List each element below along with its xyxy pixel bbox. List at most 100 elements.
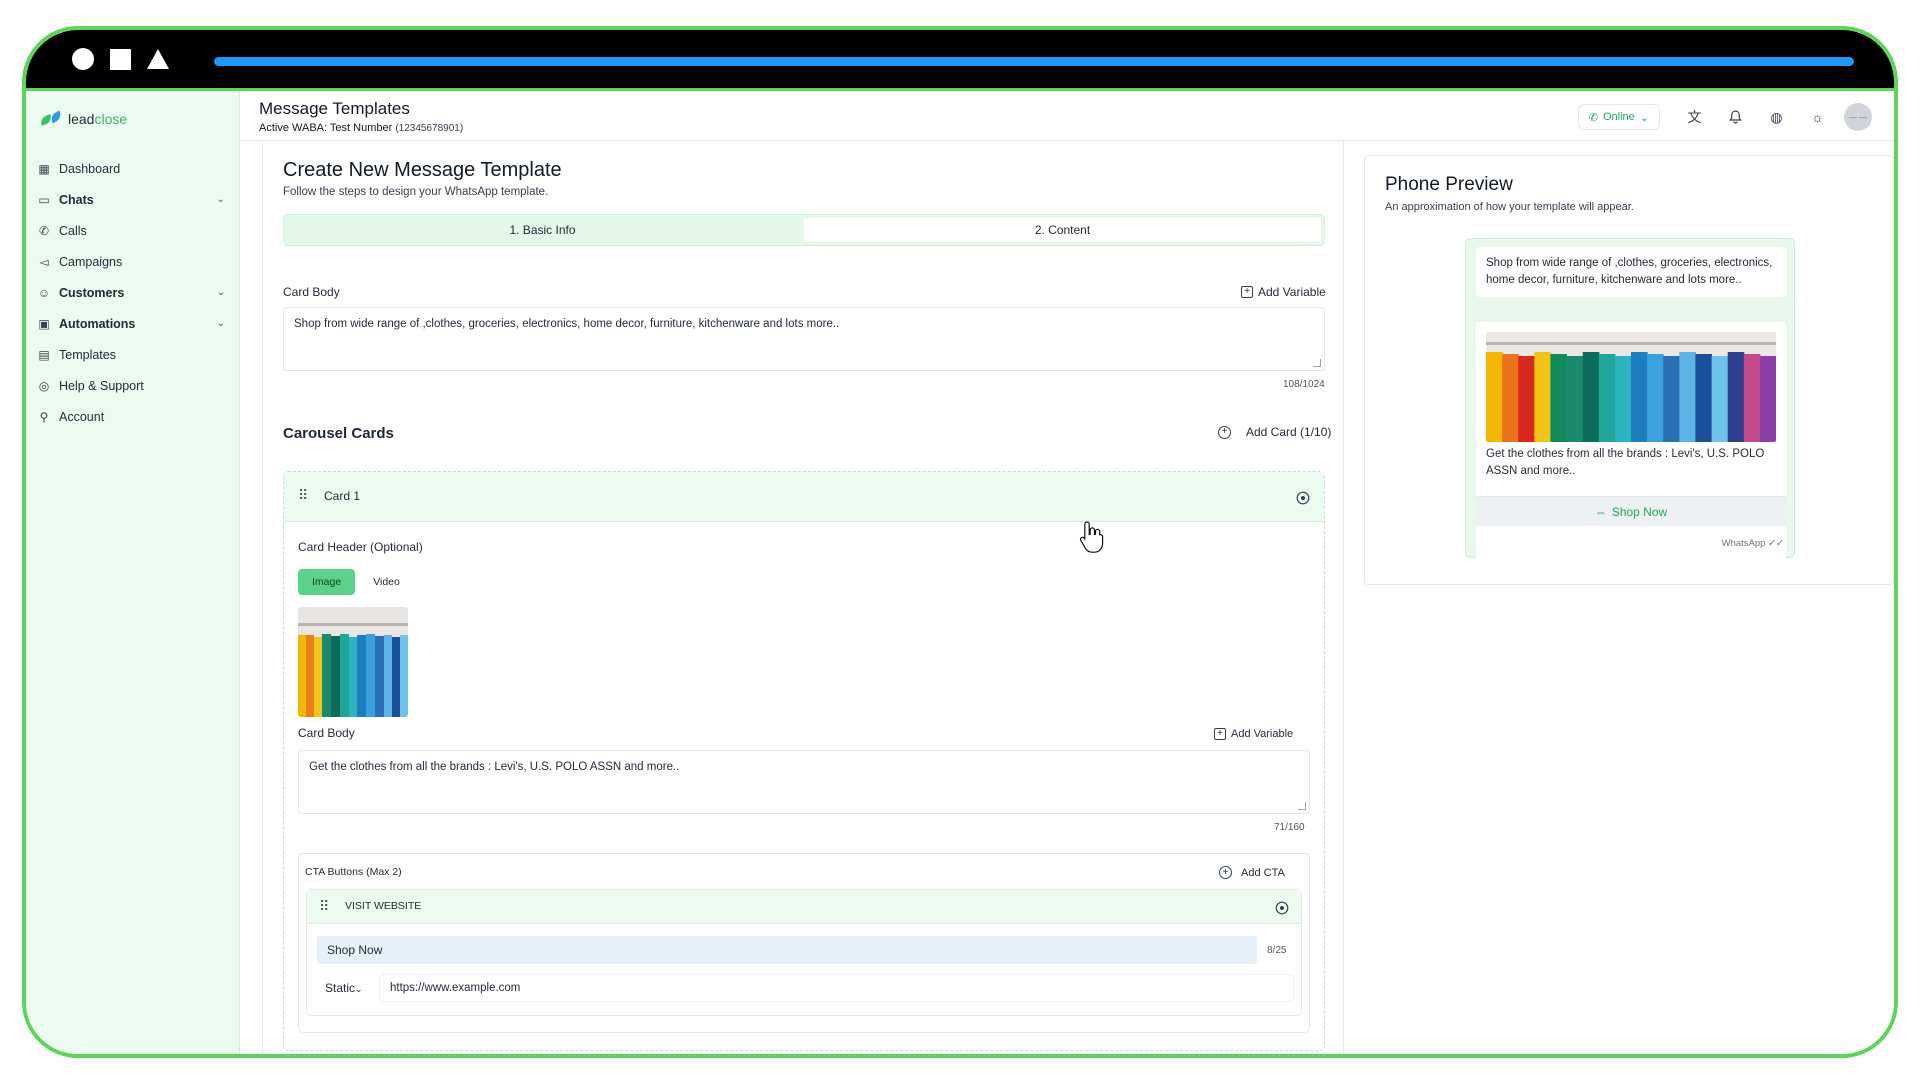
drag-handle-icon[interactable]: ⠿ [319, 898, 329, 915]
garment-stripe [1647, 354, 1664, 442]
body-textarea[interactable]: Shop from wide range of ,clothes, grocer… [283, 307, 1325, 371]
add-cta-button[interactable]: + Add CTA [1219, 866, 1285, 879]
resize-handle[interactable] [1313, 359, 1321, 367]
online-status-button[interactable]: ✆ Online ⌄ [1577, 104, 1660, 130]
dashboard-icon: ▦ [38, 161, 50, 176]
garment-stripe [1518, 356, 1535, 442]
sidebar-item-label: Customers [59, 285, 125, 300]
card-add-variable-label: Add Variable [1231, 728, 1294, 740]
chevron-down-icon: ⌄ [355, 984, 363, 994]
translate-icon[interactable]: 文 [1674, 104, 1715, 130]
drag-handle-icon[interactable]: ⠿ [298, 487, 308, 504]
garment-stripe [1663, 356, 1680, 442]
preview-shop-now-button[interactable]: ⇔ Shop Now [1476, 496, 1786, 526]
sidebar-item-label: Templates [59, 347, 116, 362]
chevron-down-icon[interactable]: ⌄ [217, 287, 225, 298]
garment-stripe [1550, 354, 1567, 442]
avatar[interactable]: — — [1844, 103, 1872, 131]
add-card-button[interactable]: + Add Card (1/10) [1218, 425, 1331, 439]
cta-char-counter: 8/25 [1267, 945, 1287, 956]
preview-message-bubble: Shop from wide range of ,clothes, grocer… [1476, 247, 1786, 297]
sidebar-nav: ▦ Dashboard ▭ Chats ⌄ ✆ Calls ◅ Campaigns ☺ Custom… [26, 147, 239, 432]
bot-icon: ▣ [38, 316, 50, 331]
cta-type-label: VISIT WEBSITE [345, 900, 422, 912]
body-char-counter: 108/1024 [1283, 379, 1325, 390]
sidebar-item-chats[interactable]: ▭ Chats ⌄ [26, 184, 239, 215]
sidebar-item-label: Dashboard [59, 161, 121, 176]
add-variable-button[interactable]: + Add Variable [1241, 285, 1326, 299]
logo[interactable]: lead close [26, 91, 239, 147]
sidebar-item-help-support[interactable]: ◎ Help & Support [26, 370, 239, 401]
add-variable-label: Add Variable [1258, 285, 1326, 299]
url-input[interactable]: https://www.example.com [379, 974, 1294, 1002]
address-bar[interactable] [214, 57, 1854, 66]
phone-icon: ✆ [1588, 111, 1598, 124]
leadclose-logo-icon [40, 111, 64, 127]
card-body-textarea[interactable]: Get the clothes from all the brands : Le… [298, 750, 1310, 814]
card-header-image[interactable] [298, 607, 408, 717]
media-image-button[interactable]: Image [298, 569, 356, 595]
card-body-label-2: Card Body [298, 726, 355, 740]
url-type-value: Static [325, 981, 356, 995]
tab-content[interactable]: 2. Content [804, 218, 1321, 242]
sidebar-item-label: Help & Support [59, 378, 144, 393]
card-header-bar: ⠿ Card 1 [284, 472, 1324, 522]
garment-stripe [1582, 352, 1600, 442]
phone-mockup: Shop from wide range of ,clothes, grocer… [1465, 238, 1795, 578]
palette-icon[interactable]: ◍ [1756, 104, 1797, 130]
chevron-down-icon[interactable]: ⌄ [217, 194, 225, 205]
hand-cursor-icon [1079, 521, 1104, 553]
step-tabs: 1. Basic Info 2. Content [283, 214, 1325, 246]
garment-stripe [1566, 356, 1584, 442]
form-title: Create New Message Template [283, 159, 562, 181]
sun-icon[interactable]: ☼ [1797, 104, 1838, 130]
body-text: Shop from wide range of ,clothes, grocer… [294, 318, 840, 330]
sidebar-item-account[interactable]: ⚲ Account [26, 401, 239, 432]
sidebar-item-label: Campaigns [59, 254, 123, 269]
tab-basic-info[interactable]: 1. Basic Info [284, 215, 801, 245]
preview-title: Phone Preview [1385, 174, 1513, 195]
plus-circle-icon: + [1218, 425, 1231, 439]
garment-stripe [1727, 352, 1745, 442]
url-type-select[interactable]: Static⌄ [317, 974, 373, 1002]
clothes-rack-image [298, 607, 408, 717]
remove-card-icon[interactable] [1296, 491, 1310, 510]
carousel-card: ⠿ Card 1 Card Header (Optional) Image Vi… [283, 471, 1325, 1051]
media-video-button[interactable]: Video [359, 569, 414, 595]
square-icon [110, 48, 131, 70]
template-form-panel: Create New Message Template Follow the s… [262, 141, 1344, 1054]
triangle-icon [147, 49, 169, 69]
card-body-char-counter: 71/160 [1274, 822, 1305, 833]
cta-item-header: ⠿ VISIT WEBSITE [307, 890, 1301, 924]
remove-cta-icon[interactable] [1275, 901, 1289, 920]
sidebar-item-automations[interactable]: ▣ Automations ⌄ [26, 308, 239, 339]
cta-buttons-section: CTA Buttons (Max 2) + Add CTA ⠿ VISIT WE… [298, 853, 1310, 1033]
cta-text-input[interactable]: Shop Now [317, 936, 1257, 964]
garment-stripe [1759, 356, 1776, 442]
sidebar-item-templates[interactable]: ▤ Templates [26, 339, 239, 370]
bell-icon[interactable] [1715, 104, 1756, 130]
chevron-down-icon: ⌄ [1639, 111, 1649, 124]
garment-stripe [1502, 354, 1519, 442]
garment-stripe [1695, 354, 1712, 442]
resize-handle[interactable] [1298, 802, 1306, 810]
sidebar-item-label: Chats [59, 192, 94, 207]
whatsapp-footer: WhatsApp ✓✓ [1721, 538, 1784, 549]
page-header: Message Templates Active WABA: Test Numb… [241, 91, 1894, 141]
app-window: lead close ▦ Dashboard ▭ Chats ⌄ ✆ Calls ◅ Campai… [26, 88, 1894, 1054]
add-card-label: Add Card (1/10) [1246, 425, 1332, 439]
chevron-down-icon[interactable]: ⌄ [217, 318, 225, 329]
sidebar-item-campaigns[interactable]: ◅ Campaigns [26, 246, 239, 277]
sidebar: lead close ▦ Dashboard ▭ Chats ⌄ ✆ Calls ◅ Campai… [26, 91, 240, 1054]
help-icon: ◎ [38, 378, 50, 393]
garment-stripe [1679, 352, 1696, 442]
sidebar-item-dashboard[interactable]: ▦ Dashboard [26, 153, 239, 184]
plus-square-icon: + [1241, 286, 1253, 298]
active-waba-number: (12345678901) [395, 123, 464, 134]
card-add-variable-button[interactable]: + Add Variable [1214, 728, 1293, 740]
active-waba-name: Test Number [329, 122, 393, 134]
sidebar-item-customers[interactable]: ☺ Customers ⌄ [26, 277, 239, 308]
circle-icon [72, 48, 94, 70]
chat-icon: ▭ [38, 192, 50, 207]
sidebar-item-calls[interactable]: ✆ Calls [26, 215, 239, 246]
